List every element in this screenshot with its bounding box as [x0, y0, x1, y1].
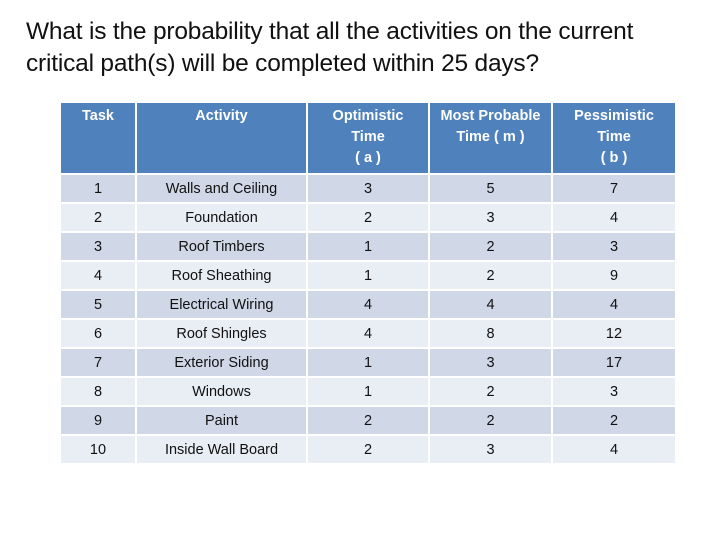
optimistic-cell: 1 [308, 378, 428, 405]
header-row: Task Activity Optimistic Time ( a ) Most… [61, 103, 675, 173]
table-row: 5 Electrical Wiring 4 4 4 [61, 291, 675, 318]
header-line: Activity [195, 108, 248, 124]
most-probable-cell: 3 [430, 204, 551, 231]
activity-time-table: Task Activity Optimistic Time ( a ) Most… [59, 101, 677, 465]
pessimistic-cell: 3 [553, 378, 675, 405]
header-line: Time [351, 129, 385, 145]
activity-cell: Electrical Wiring [137, 291, 306, 318]
most-probable-cell: 2 [430, 378, 551, 405]
table-row: 9 Paint 2 2 2 [61, 407, 675, 434]
task-cell: 7 [61, 349, 135, 376]
header-line: Task [82, 108, 114, 124]
activity-cell: Roof Sheathing [137, 262, 306, 289]
table-row: 2 Foundation 2 3 4 [61, 204, 675, 231]
activity-cell: Inside Wall Board [137, 436, 306, 463]
most-probable-cell: 8 [430, 320, 551, 347]
optimistic-cell: 2 [308, 436, 428, 463]
activity-cell: Windows [137, 378, 306, 405]
most-probable-cell: 2 [430, 233, 551, 260]
pessimistic-cell: 12 [553, 320, 675, 347]
pessimistic-cell: 17 [553, 349, 675, 376]
activity-cell: Walls and Ceiling [137, 175, 306, 202]
pessimistic-cell: 9 [553, 262, 675, 289]
task-cell: 8 [61, 378, 135, 405]
table-row: 4 Roof Sheathing 1 2 9 [61, 262, 675, 289]
table-row: 3 Roof Timbers 1 2 3 [61, 233, 675, 260]
pessimistic-cell: 4 [553, 204, 675, 231]
task-cell: 3 [61, 233, 135, 260]
task-cell: 2 [61, 204, 135, 231]
header-line: Most Probable [440, 108, 541, 124]
header-line: Pessimistic [574, 108, 654, 124]
activity-cell: Roof Shingles [137, 320, 306, 347]
optimistic-cell: 2 [308, 407, 428, 434]
most-probable-cell: 4 [430, 291, 551, 318]
table-row: 8 Windows 1 2 3 [61, 378, 675, 405]
pessimistic-cell: 7 [553, 175, 675, 202]
table-row: 1 Walls and Ceiling 3 5 7 [61, 175, 675, 202]
header-activity: Activity [137, 103, 306, 173]
header-line: ( a ) [355, 150, 381, 166]
header-optimistic-time: Optimistic Time ( a ) [308, 103, 428, 173]
header-pessimistic-time: Pessimistic Time ( b ) [553, 103, 675, 173]
task-cell: 10 [61, 436, 135, 463]
most-probable-cell: 5 [430, 175, 551, 202]
optimistic-cell: 2 [308, 204, 428, 231]
header-line: Time [597, 129, 631, 145]
activity-cell: Roof Timbers [137, 233, 306, 260]
pessimistic-cell: 4 [553, 436, 675, 463]
task-cell: 1 [61, 175, 135, 202]
optimistic-cell: 3 [308, 175, 428, 202]
table-body: 1 Walls and Ceiling 3 5 7 2 Foundation 2 3 4 3 Roof… [61, 175, 675, 463]
most-probable-cell: 2 [430, 407, 551, 434]
task-cell: 9 [61, 407, 135, 434]
header-most-probable-time: Most Probable Time ( m ) [430, 103, 551, 173]
optimistic-cell: 1 [308, 349, 428, 376]
optimistic-cell: 4 [308, 320, 428, 347]
task-cell: 5 [61, 291, 135, 318]
table-row: 10 Inside Wall Board 2 3 4 [61, 436, 675, 463]
pessimistic-cell: 2 [553, 407, 675, 434]
header-line: ( b ) [600, 150, 628, 166]
optimistic-cell: 1 [308, 233, 428, 260]
pessimistic-cell: 3 [553, 233, 675, 260]
table-row: 7 Exterior Siding 1 3 17 [61, 349, 675, 376]
table-row: 6 Roof Shingles 4 8 12 [61, 320, 675, 347]
pessimistic-cell: 4 [553, 291, 675, 318]
header-line: Time ( m ) [456, 129, 525, 145]
most-probable-cell: 3 [430, 436, 551, 463]
header-task: Task [61, 103, 135, 173]
question-text: What is the probability that all the act… [26, 18, 634, 77]
header-line: Optimistic [332, 108, 404, 124]
optimistic-cell: 4 [308, 291, 428, 318]
activity-cell: Paint [137, 407, 306, 434]
task-cell: 4 [61, 262, 135, 289]
most-probable-cell: 3 [430, 349, 551, 376]
most-probable-cell: 2 [430, 262, 551, 289]
task-cell: 6 [61, 320, 135, 347]
activity-cell: Exterior Siding [137, 349, 306, 376]
optimistic-cell: 1 [308, 262, 428, 289]
activity-cell: Foundation [137, 204, 306, 231]
